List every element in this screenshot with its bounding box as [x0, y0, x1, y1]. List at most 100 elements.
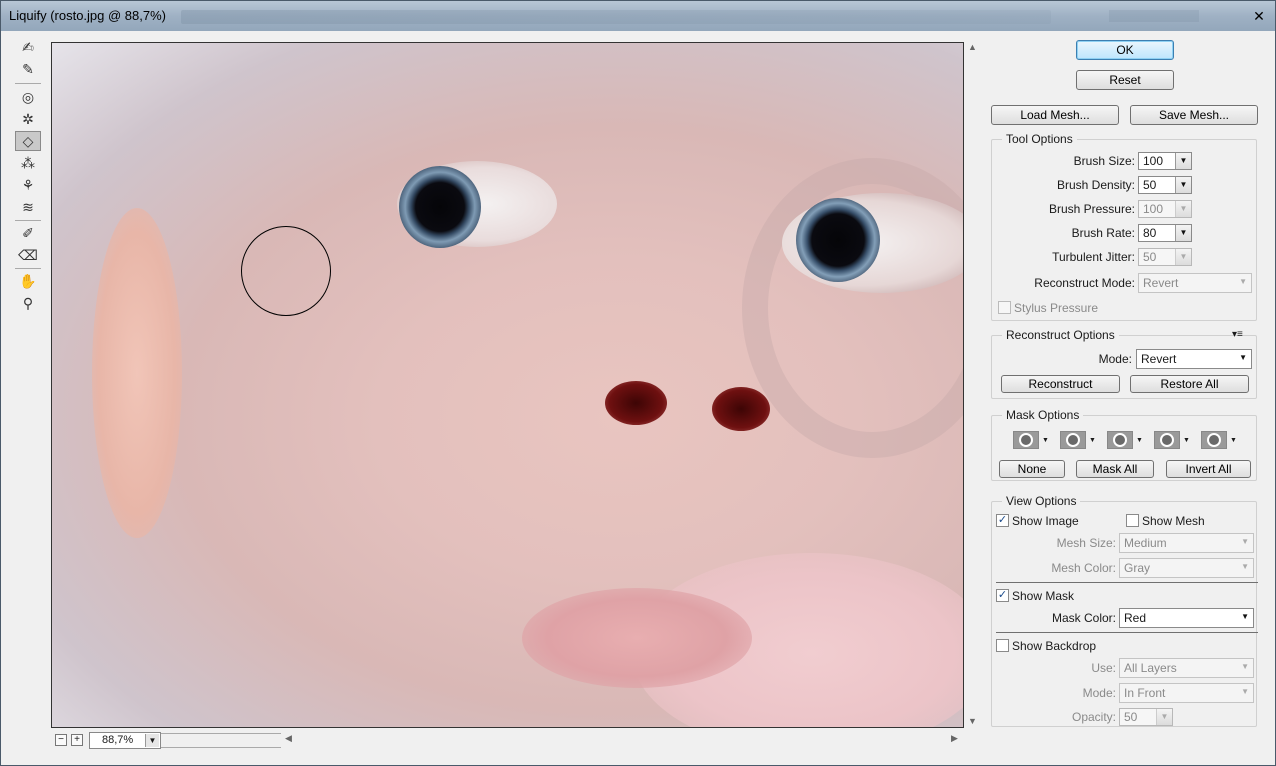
reconstruct-options-mode-dropdown-icon[interactable]: ▼: [1239, 353, 1247, 362]
mask-all-button[interactable]: Mask All: [1076, 460, 1154, 478]
toolbox: ✍ ✎ ◎ ✲ ◇ ⁂ ⚘ ≋ ✐ ⌫ ✋ ⚲: [11, 37, 45, 317]
image-canvas[interactable]: [51, 42, 964, 728]
ear-region: [92, 208, 182, 538]
brush-size-dropdown-icon[interactable]: ▼: [1175, 153, 1191, 169]
replace-selection-icon: [1013, 431, 1039, 449]
add-to-selection-mask-button[interactable]: ▼: [1060, 430, 1098, 450]
horizontal-scrollbar[interactable]: ◀ ▶: [281, 733, 964, 747]
show-image-checkbox[interactable]: ✓: [996, 514, 1009, 527]
view-options-divider: [996, 632, 1258, 633]
brush-pressure-dropdown-icon: ▼: [1175, 201, 1191, 217]
view-options-title: View Options: [1002, 494, 1081, 508]
show-mesh-label: Show Mesh: [1142, 514, 1205, 528]
show-mask-checkbox[interactable]: ✓: [996, 589, 1009, 602]
ok-button[interactable]: OK: [1076, 40, 1174, 60]
mesh-color-value: Gray: [1124, 561, 1151, 575]
reconstruct-mode-select: Revert ▼: [1138, 273, 1252, 293]
background-menu-bar: [181, 10, 1051, 24]
scroll-down-icon[interactable]: ▼: [968, 716, 977, 726]
toolbox-divider: [15, 268, 41, 269]
reconstruct-options-title: Reconstruct Options: [1002, 328, 1119, 342]
close-icon[interactable]: ✕: [1249, 7, 1269, 25]
push-left-tool-icon[interactable]: ⁂: [15, 153, 41, 173]
brush-pressure-label: Brush Pressure:: [1048, 202, 1135, 216]
title-bar: Liquify (rosto.jpg @ 88,7%) ✕: [1, 1, 1275, 31]
reconstruct-mode-label: Reconstruct Mode:: [1034, 276, 1135, 290]
zoom-tool-icon[interactable]: ⚲: [15, 293, 41, 313]
zoom-out-button[interactable]: −: [55, 734, 67, 746]
restore-all-button[interactable]: Restore All: [1130, 375, 1249, 393]
thaw-mask-tool-icon[interactable]: ⌫: [15, 245, 41, 265]
replace-selection-mask-button[interactable]: ▼: [1013, 430, 1051, 450]
mask-color-value: Red: [1124, 611, 1147, 625]
subtract-from-selection-dropdown-icon[interactable]: ▼: [1136, 437, 1143, 444]
tool-options-group: Tool Options Brush Size: 100 ▼ Brush Den…: [991, 132, 1257, 321]
backdrop-use-label: Use:: [1091, 661, 1116, 675]
scroll-right-icon[interactable]: ▶: [951, 733, 958, 744]
mesh-color-dropdown-icon: ▼: [1241, 562, 1249, 571]
invert-selection-dropdown-icon[interactable]: ▼: [1230, 437, 1237, 444]
subtract-from-selection-icon: [1107, 431, 1133, 449]
mask-none-button[interactable]: None: [999, 460, 1065, 478]
mask-color-select[interactable]: Red ▼: [1119, 608, 1254, 628]
mask-color-dropdown-icon[interactable]: ▼: [1241, 612, 1249, 621]
invert-selection-icon: [1201, 431, 1227, 449]
forward-warp-tool-icon[interactable]: ✍: [15, 37, 41, 57]
mesh-size-value: Medium: [1124, 536, 1167, 550]
turbulence-tool-icon[interactable]: ≋: [15, 197, 41, 217]
window-title: Liquify (rosto.jpg @ 88,7%): [9, 8, 166, 23]
mesh-color-select: Gray ▼: [1119, 558, 1254, 578]
reset-button[interactable]: Reset: [1076, 70, 1174, 90]
left-nostril: [605, 381, 667, 425]
brush-cursor: [241, 226, 331, 316]
brush-size-value: 100: [1143, 154, 1164, 168]
brush-rate-value: 80: [1143, 226, 1157, 240]
mesh-size-dropdown-icon: ▼: [1241, 537, 1249, 546]
zoom-in-button[interactable]: +: [71, 734, 83, 746]
brush-rate-field[interactable]: 80 ▼: [1138, 224, 1192, 242]
add-to-selection-dropdown-icon[interactable]: ▼: [1089, 437, 1096, 444]
twirl-clockwise-tool-icon[interactable]: ◎: [15, 87, 41, 107]
show-backdrop-checkbox[interactable]: [996, 639, 1009, 652]
mirror-tool-icon[interactable]: ⚘: [15, 175, 41, 195]
brush-rate-label: Brush Rate:: [1071, 226, 1135, 240]
mask-options-title: Mask Options: [1002, 408, 1084, 422]
right-iris: [796, 198, 880, 282]
invert-all-button[interactable]: Invert All: [1166, 460, 1251, 478]
vertical-scrollbar[interactable]: ▲ ▼: [966, 42, 980, 728]
brush-rate-dropdown-icon[interactable]: ▼: [1175, 225, 1191, 241]
subtract-from-selection-mask-button[interactable]: ▼: [1107, 430, 1145, 450]
scroll-left-icon[interactable]: ◀: [285, 733, 292, 744]
reconstruct-mode-value: Revert: [1143, 276, 1179, 290]
replace-selection-dropdown-icon[interactable]: ▼: [1042, 437, 1049, 444]
reconstruct-mode-label: Mode:: [1098, 352, 1132, 366]
freeze-mask-tool-icon[interactable]: ✐: [15, 223, 41, 243]
turbulent-jitter-value: 50: [1143, 250, 1157, 264]
brush-density-field[interactable]: 50 ▼: [1138, 176, 1192, 194]
toolbox-divider: [15, 220, 41, 221]
bloat-tool-icon[interactable]: ◇: [15, 131, 41, 151]
brush-density-value: 50: [1143, 178, 1157, 192]
reconstruct-options-mode-select[interactable]: Revert ▼: [1136, 349, 1252, 369]
hand-tool-icon[interactable]: ✋: [15, 271, 41, 291]
intersect-selection-mask-button[interactable]: ▼: [1154, 430, 1192, 450]
backdrop-mode-label: Mode:: [1082, 686, 1116, 700]
intersect-selection-dropdown-icon[interactable]: ▼: [1183, 437, 1190, 444]
zoom-dropdown-icon[interactable]: ▼: [145, 734, 159, 747]
reconstruct-tool-icon[interactable]: ✎: [15, 59, 41, 79]
save-mesh-button[interactable]: Save Mesh...: [1130, 105, 1258, 125]
brush-density-dropdown-icon[interactable]: ▼: [1175, 177, 1191, 193]
reconstruct-button[interactable]: Reconstruct: [1001, 375, 1120, 393]
load-mesh-button[interactable]: Load Mesh...: [991, 105, 1119, 125]
stylus-pressure-checkbox: [998, 301, 1011, 314]
show-mesh-checkbox[interactable]: [1126, 514, 1139, 527]
invert-selection-mask-button[interactable]: ▼: [1201, 430, 1239, 450]
panel-menu-icon[interactable]: ▾≡: [1232, 329, 1243, 340]
pucker-tool-icon[interactable]: ✲: [15, 109, 41, 129]
background-workspace-label: [1109, 10, 1199, 22]
right-nostril: [712, 387, 770, 431]
mask-color-label: Mask Color:: [1051, 611, 1116, 625]
mesh-size-select: Medium ▼: [1119, 533, 1254, 553]
brush-size-field[interactable]: 100 ▼: [1138, 152, 1192, 170]
scroll-up-icon[interactable]: ▲: [968, 42, 977, 52]
